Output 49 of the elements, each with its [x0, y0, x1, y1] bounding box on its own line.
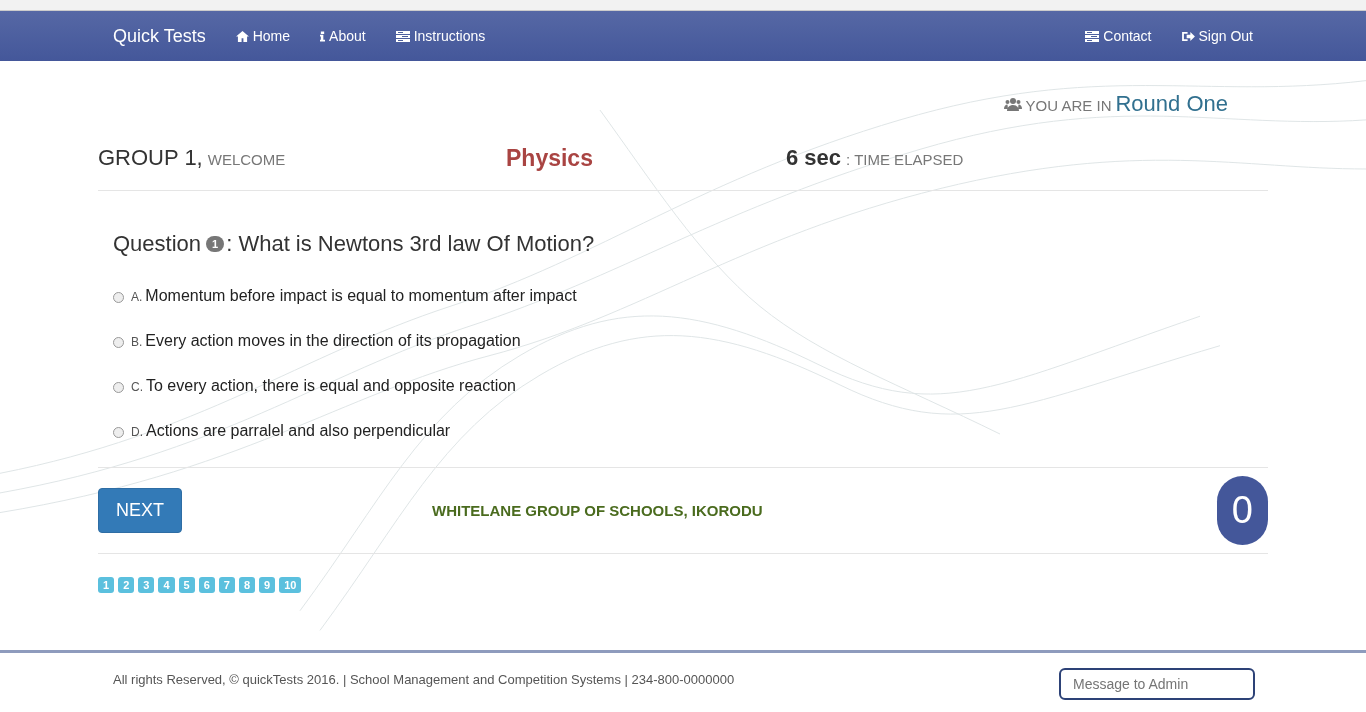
- elapsed-time: 6 sec: [786, 145, 842, 171]
- nav-link[interactable]: Instructions: [380, 11, 501, 61]
- page-number-button[interactable]: 4: [158, 577, 175, 593]
- score-badge: 0: [1216, 476, 1268, 545]
- question-label: Question: [113, 231, 202, 257]
- users-icon: [1003, 97, 1022, 111]
- brand-link[interactable]: Quick Tests: [98, 11, 221, 61]
- info-icon: [320, 30, 326, 42]
- option-letter: A.: [131, 290, 143, 304]
- option-text: Every action moves in the direction of its propagation: [145, 332, 521, 350]
- option-text: Momentum before impact is equal to momentum after impact: [145, 287, 577, 305]
- option-text: To every action, there is equal and opposite reaction: [146, 377, 516, 395]
- next-button[interactable]: NEXT: [98, 488, 182, 533]
- option-letter: C.: [131, 380, 143, 394]
- question-text: : What is Newtons 3rd law Of Motion?: [226, 231, 595, 257]
- footer-text: All rights Reserved, © quickTests 2016. | School Management and Competition Systems | 234-800-0000000: [113, 672, 735, 687]
- group-name: GROUP 1,: [98, 145, 203, 171]
- radio-button[interactable]: [113, 427, 124, 438]
- option-letter: B.: [131, 335, 143, 349]
- page-number-button[interactable]: 3: [138, 577, 155, 593]
- welcome-label: WELCOME: [207, 151, 286, 168]
- page-number-button[interactable]: 10: [279, 577, 302, 593]
- nav-link[interactable]: Contact: [1070, 11, 1167, 61]
- page-number-button[interactable]: 5: [178, 577, 195, 593]
- list-icon: [1085, 30, 1100, 42]
- time-label: : TIME ELAPSED: [846, 151, 964, 168]
- round-name: Round One: [1115, 91, 1228, 117]
- option-text: Actions are parralel and also perpendicular: [146, 422, 451, 440]
- round-label: YOU ARE IN: [1025, 97, 1112, 114]
- radio-button[interactable]: [113, 292, 124, 303]
- page-number-button[interactable]: 9: [259, 577, 276, 593]
- sign-out-icon: [1181, 30, 1195, 42]
- page-number-button[interactable]: 7: [218, 577, 235, 593]
- nav-link[interactable]: Sign Out: [1166, 11, 1268, 61]
- radio-button[interactable]: [113, 337, 124, 348]
- nav-link[interactable]: Home: [220, 11, 306, 61]
- page-number-button[interactable]: 1: [98, 577, 115, 593]
- question-number-badge: 1: [206, 236, 225, 252]
- subject-title: Physics: [506, 145, 593, 172]
- option-letter: D.: [131, 425, 143, 439]
- home-icon: [235, 30, 249, 42]
- page-number-button[interactable]: 8: [238, 577, 255, 593]
- list-icon: [395, 30, 410, 42]
- message-input[interactable]: Message to Admin: [1059, 668, 1255, 700]
- nav-link[interactable]: About: [305, 11, 381, 61]
- radio-button[interactable]: [113, 382, 124, 393]
- school-name: WHITELANE GROUP OF SCHOOLS, IKORODU: [432, 502, 763, 519]
- page-number-button[interactable]: 2: [118, 577, 135, 593]
- page-number-button[interactable]: 6: [198, 577, 215, 593]
